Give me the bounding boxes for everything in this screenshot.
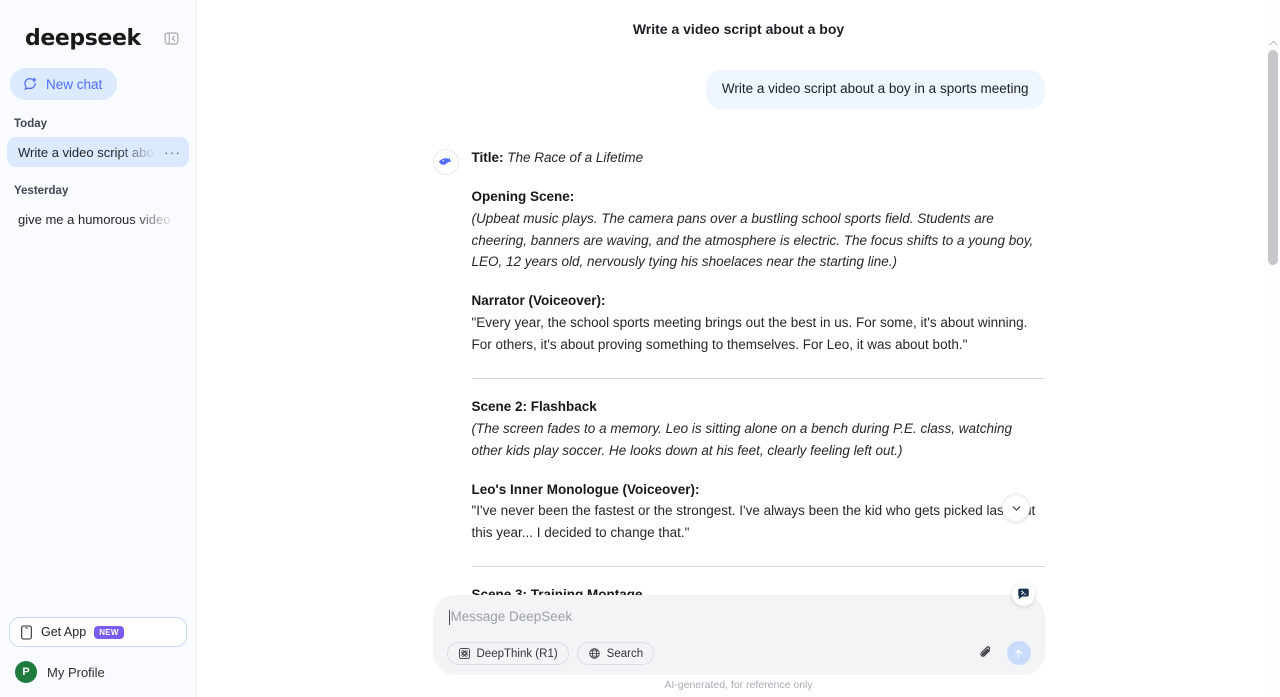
- answer-block-heading: Scene 2: Flashback: [472, 397, 1045, 418]
- chat-item-title: Write a video script about a boy in a sp…: [18, 145, 160, 160]
- profile-label: My Profile: [47, 665, 105, 680]
- answer-block: Opening Scene: (Upbeat music plays. The …: [472, 169, 1045, 274]
- answer-block-body: "I've never been the fastest or the stro…: [472, 500, 1045, 544]
- globe-icon: [588, 647, 601, 660]
- app-root: deepseek New chat: [0, 0, 1280, 697]
- composer-tools: DeepThink (R1) Search: [447, 642, 1031, 665]
- answer-block-body: "Every year, the school sports meeting b…: [472, 312, 1045, 356]
- brand-wordmark: deepseek: [25, 26, 141, 51]
- vertical-scrollbar[interactable]: [1266, 0, 1280, 697]
- new-chat-container: New chat: [0, 58, 196, 100]
- disclaimer-text: AI-generated, for reference only: [197, 675, 1280, 691]
- search-label: Search: [607, 648, 643, 660]
- conversation-header: Write a video script about a boy: [197, 0, 1280, 58]
- sidebar-header: deepseek: [0, 0, 196, 58]
- deepseek-whale-icon: [433, 149, 459, 175]
- phone-icon: [20, 625, 33, 640]
- new-chat-icon: [22, 76, 38, 92]
- main-panel: Write a video script about a boy Write a…: [197, 0, 1280, 697]
- deepthink-toggle-button[interactable]: DeepThink (R1): [447, 642, 569, 665]
- composer-actions: [978, 641, 1031, 665]
- send-button[interactable]: [1007, 641, 1031, 665]
- answer-title-value: The Race of a Lifetime: [507, 150, 643, 165]
- chat-group-label-yesterday: Yesterday: [0, 167, 196, 204]
- scrollbar-thumb[interactable]: [1268, 50, 1278, 265]
- answer-block: Scene 2: Flashback (The screen fades to …: [472, 379, 1045, 462]
- user-message-row: Write a video script about a boy in a sp…: [433, 58, 1045, 109]
- answer-block: Leo's Inner Monologue (Voiceover): "I've…: [472, 462, 1045, 545]
- answer-block: Narrator (Voiceover): "Every year, the s…: [472, 273, 1045, 356]
- answer-title-label: Title:: [472, 150, 504, 165]
- message-thread: Write a video script about a boy in a sp…: [433, 58, 1045, 670]
- answer-title-line: Title: The Race of a Lifetime: [472, 147, 1045, 169]
- composer: Message DeepSeek DeepThink (R1): [433, 595, 1045, 675]
- chat-list-yesterday: give me a humorous video script: [0, 204, 196, 234]
- scrollbar-up-arrow-icon[interactable]: [1266, 40, 1280, 46]
- chat-list-item[interactable]: give me a humorous video script: [7, 204, 189, 234]
- sidebar-collapse-icon[interactable]: [160, 27, 182, 49]
- get-app-button[interactable]: Get App NEW: [9, 617, 187, 647]
- chat-item-more-icon[interactable]: ···: [160, 147, 181, 157]
- deepthink-label: DeepThink (R1): [477, 648, 558, 660]
- answer-block-body: (Upbeat music plays. The camera pans ove…: [472, 208, 1045, 274]
- chat-list-item-active[interactable]: Write a video script about a boy in a sp…: [7, 137, 189, 167]
- chat-item-title: give me a humorous video script: [18, 212, 181, 227]
- search-toggle-button[interactable]: Search: [577, 642, 654, 665]
- page-title: Write a video script about a boy: [633, 21, 844, 37]
- chevron-down-icon: [1010, 502, 1023, 515]
- arrow-up-icon: [1012, 647, 1025, 660]
- deepthink-atom-icon: [458, 647, 471, 660]
- get-app-label: Get App: [41, 625, 86, 639]
- new-chat-button[interactable]: New chat: [10, 68, 117, 100]
- get-app-new-badge: NEW: [94, 626, 124, 639]
- paperclip-icon[interactable]: [978, 645, 994, 661]
- avatar: P: [15, 661, 37, 683]
- answer-block-heading: Opening Scene:: [472, 187, 1045, 208]
- user-message-bubble: Write a video script about a boy in a sp…: [706, 70, 1045, 109]
- assistant-message-row: Title: The Race of a Lifetime Opening Sc…: [433, 109, 1045, 650]
- scroll-to-bottom-button[interactable]: [1002, 494, 1030, 522]
- answer-block-heading: Narrator (Voiceover):: [472, 291, 1045, 312]
- answer-block-body: (The screen fades to a memory. Leo is si…: [472, 418, 1045, 462]
- chat-list-today: Write a video script about a boy in a sp…: [0, 137, 196, 167]
- answer-block-heading: Leo's Inner Monologue (Voiceover):: [472, 480, 1045, 501]
- brand-logo[interactable]: deepseek: [20, 26, 141, 51]
- composer-container: Message DeepSeek DeepThink (R1): [197, 595, 1280, 697]
- profile-button[interactable]: P My Profile: [9, 661, 187, 683]
- assistant-answer: Title: The Race of a Lifetime Opening Sc…: [472, 147, 1045, 650]
- message-input[interactable]: Message DeepSeek: [447, 609, 1031, 642]
- chat-group-label-today: Today: [0, 100, 196, 137]
- sidebar: deepseek New chat: [0, 0, 197, 697]
- text-caret: [449, 610, 450, 625]
- app-promo-icon[interactable]: [1012, 583, 1035, 606]
- message-input-placeholder: Message DeepSeek: [451, 609, 573, 624]
- new-chat-label: New chat: [46, 77, 102, 92]
- sidebar-footer: Get App NEW P My Profile: [0, 617, 196, 697]
